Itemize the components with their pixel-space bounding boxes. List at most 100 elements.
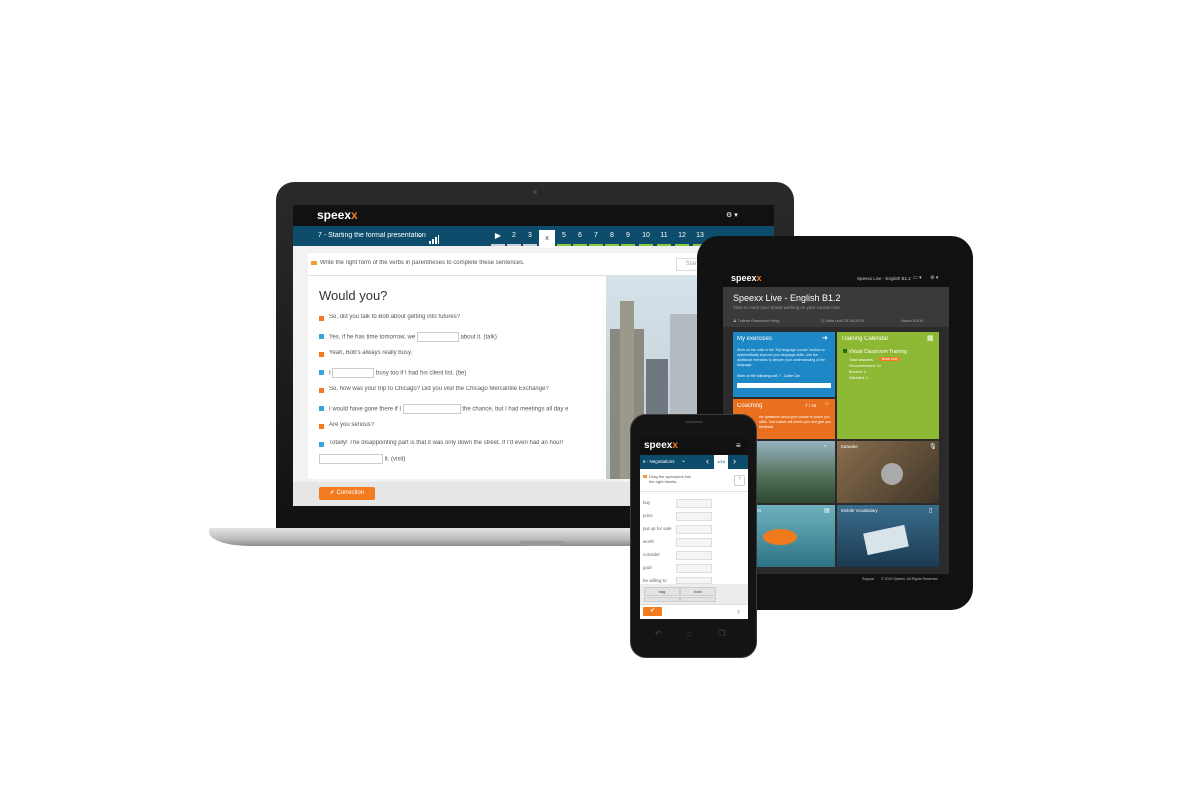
microphone-icon: 🎙 [929,444,937,450]
answer-input[interactable] [319,454,383,464]
person-icon: ♟ [733,318,737,323]
word-chip[interactable] [680,597,716,602]
calendar-row: Attended: 0 [849,376,869,380]
phone-speaker [685,421,703,423]
dialog-line: Yes, if he has time tomorrow, we about i… [329,332,497,342]
nav-item[interactable]: 2 [507,226,521,246]
chevron-down-icon[interactable]: ⌄ [681,457,686,464]
word-label: price [643,513,653,518]
speexx-logo: speexx [644,440,678,451]
speaker-b-bullet [319,442,324,447]
drop-field[interactable] [676,577,712,584]
correction-button[interactable]: ✔ Correction [319,487,375,500]
nav-item[interactable]: 10 [639,226,653,246]
laptop-top-bar: speexx ⚙ ▾ [293,205,774,226]
home-softkey-icon[interactable]: ⌂ [687,629,692,638]
instruction-text: Write the right form of the verbs in par… [320,260,525,266]
tile-title: My exercises [737,336,773,342]
recent-apps-softkey-icon[interactable]: ❐ [718,629,725,638]
answer-input[interactable] [416,332,459,342]
word-label: be willing to [643,578,667,583]
course-title: Speexx Live - English B1.2 [733,293,841,303]
word-chip[interactable] [644,597,680,602]
dialog-line: it. (visit) [319,454,405,464]
flag-icon [311,261,317,265]
phone-top-bar: speexx ≡ [640,437,748,455]
support-link[interactable]: Support [862,577,874,581]
drop-field[interactable] [676,564,712,573]
speaker-b-bullet [319,334,324,339]
dialog-line: Yeah, Bob's always really busy. [329,350,413,356]
book-now-button[interactable]: Book now [879,357,901,361]
laptop-notch [520,541,564,546]
flag-icon [643,475,647,478]
calendar-row: Booked: 0 [849,370,867,374]
trainer-info: ♟ Trainer Esmerson Helig [733,318,780,323]
play-icon[interactable]: ▶ [491,226,505,246]
nav-item[interactable]: 11 [657,226,671,246]
drop-field[interactable] [676,499,712,508]
drop-field[interactable] [676,551,712,560]
word-list: buy price put up for sale worth consider… [640,492,748,584]
settings-gear-icon[interactable]: ⚙ ▾ [726,211,738,219]
tablet-course-header: Speexx Live - English B1.2 Time to meet … [723,287,949,327]
chat-icon: ◔ [823,444,827,450]
speaker-a-bullet [319,316,324,321]
dialog-line: Are you serious? [329,422,375,428]
nav-item[interactable]: 12 [675,226,689,246]
calendar-icon: ▦ [927,335,934,342]
answer-input[interactable] [332,368,375,378]
valid-until-info: ◷ Valid until 23.08.2019 [821,318,864,323]
dialog-line: So, how was your trip to Chicago? Did yo… [329,386,549,392]
nav-item[interactable]: 8 [605,226,619,246]
training-calendar-tile[interactable]: Training Calendar ▦ Virtual Classroom Tr… [837,332,939,439]
drop-field[interactable] [676,512,712,521]
chevron-down-icon[interactable]: ⌄ [417,231,423,239]
nav-item-current[interactable]: x [539,230,555,248]
coaching-count: 7 / 16 [805,403,817,408]
hamburger-menu-icon[interactable]: ≡ [736,441,741,450]
nav-item[interactable]: 6 [573,226,587,246]
hours-info: Hours 0/100 [901,318,923,323]
settings-gear-icon[interactable]: ⚙ ▾ [930,275,938,281]
answer-input[interactable] [402,404,461,414]
chevron-left-icon[interactable]: ‹ [706,456,709,466]
back-softkey-icon[interactable]: ↶ [655,629,662,638]
course-subtitle: Time to meet your Smart working on your … [733,305,841,310]
karaoke-tile[interactable]: Karaoke 🎙 [837,441,939,503]
lesson-title[interactable]: 7 - Starting the formal presentation [318,232,426,239]
word-label: consider [643,552,661,557]
my-exercises-tile[interactable]: My exercises ➜ Work on the units in the … [733,332,835,397]
chevron-right-icon[interactable]: › [733,456,736,466]
nav-item[interactable]: 3 [523,226,537,246]
drop-field[interactable] [676,525,712,534]
dialog-line: Totally! The disappointing part is that … [329,440,564,446]
phone-topic-bar: 6 - Negotiations ⌄ ‹ 1/18 › [640,455,748,469]
check-button[interactable]: ✔ [643,607,662,616]
topic-title[interactable]: 6 - Negotiations [643,459,675,464]
tile-text: Work on the units in the "My language co… [737,348,825,367]
chip-tray: bag bum [640,584,748,604]
next-arrow-icon[interactable]: › [737,606,740,616]
help-icon[interactable]: ? [734,475,745,486]
tile-title: Karaoke [841,444,858,449]
nav-item[interactable]: 7 [589,226,603,246]
tile-title: Coaching [737,403,763,409]
instruction-text: Drag the synonyms into the right blanks. [649,474,692,484]
nav-item[interactable]: 9 [621,226,635,246]
next-unit-text: Work on the following unit: 7 - Cable Ca… [737,374,800,378]
word-label: buy [643,500,651,505]
drop-field[interactable] [676,538,712,547]
laptop-camera [533,190,537,194]
word-chip[interactable]: bag [644,587,680,596]
copyright-text: © 2019 Speexx. All Rights Reserved. [881,577,939,581]
calendar-item: Virtual Classroom Training [843,349,907,355]
mobile-vocabulary-tile[interactable]: Mobile Vocabulary ▯ [837,505,939,567]
calendar-row: Total sessions [849,358,873,362]
house-icon: ⌂ [825,401,829,407]
page-indicator: 1/18 [714,455,728,469]
nav-item[interactable]: 5 [557,226,571,246]
dialog-line: So, did you talk to Bob about getting in… [329,314,461,320]
language-flag-icon[interactable]: ▭ ▾ [913,275,922,281]
word-chip[interactable]: bum [680,587,716,596]
